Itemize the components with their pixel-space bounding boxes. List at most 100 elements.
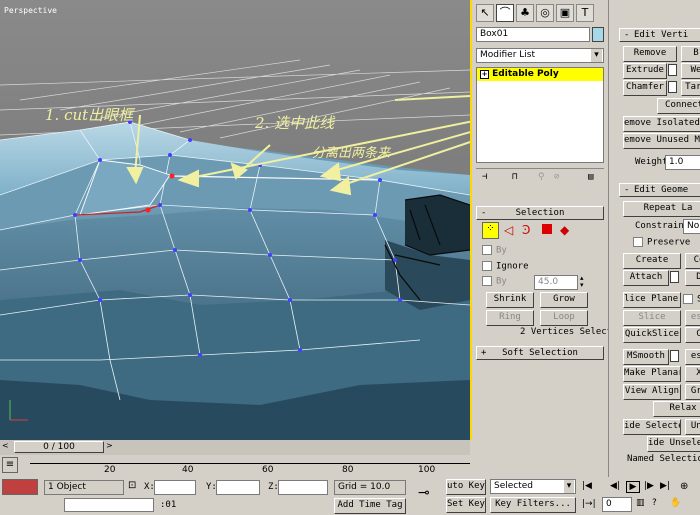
time-slider[interactable]: < 0 / 100 > — [0, 440, 470, 455]
object-name-field[interactable]: Box01 — [476, 27, 590, 42]
slice-plane-button[interactable]: lice Plane — [623, 292, 681, 308]
checkbox-box[interactable] — [683, 294, 693, 304]
extrude-settings-icon[interactable] — [668, 64, 677, 76]
break-button[interactable]: B — [681, 46, 700, 62]
time-config-icon[interactable]: ▥ — [636, 498, 645, 508]
key-icon[interactable]: ⊸ — [418, 485, 440, 501]
planar-x-button[interactable]: X — [685, 366, 700, 382]
by-vertex-checkbox[interactable]: By — [482, 245, 507, 256]
by-angle-checkbox[interactable]: By — [482, 276, 507, 287]
key-mode-dropdown[interactable]: Selected ▾ — [490, 479, 576, 494]
modifier-list-dropdown[interactable]: Modifier List ▾ — [476, 48, 604, 63]
element-level-icon[interactable]: ◆ — [560, 223, 569, 237]
zoom-icon[interactable]: ⊕ — [680, 481, 688, 492]
remove-modifier-icon[interactable]: ⊘ — [554, 172, 559, 182]
hierarchy-tab-icon[interactable]: ♣ — [516, 4, 534, 22]
remove-button[interactable]: Remove — [623, 46, 677, 62]
object-color-swatch[interactable] — [592, 27, 604, 42]
weld-button[interactable]: We — [681, 63, 700, 79]
unhide-all-button[interactable]: Unh — [685, 419, 700, 435]
detach-button[interactable]: D — [685, 270, 700, 286]
motion-tab-icon[interactable]: ◎ — [536, 4, 554, 22]
track-bar[interactable]: ≡ 20 40 60 80 100 — [0, 455, 470, 477]
target-weld-button[interactable]: Targ — [681, 80, 700, 96]
cut-button[interactable]: C — [685, 327, 700, 343]
go-to-end-icon[interactable]: ▶| — [660, 481, 670, 491]
x-coord-field[interactable] — [154, 480, 196, 495]
prev-frame-icon[interactable]: < — [2, 441, 10, 453]
perspective-viewport[interactable]: 1. cut出眼框 2. 选中此线 分离出两条来 Perspective — [0, 0, 472, 440]
viewport-label[interactable]: Perspective — [4, 6, 57, 15]
grow-button[interactable]: Grow — [540, 292, 588, 308]
next-key-icon[interactable]: |▶ — [644, 481, 654, 491]
polygon-level-icon[interactable] — [542, 224, 552, 234]
msmooth-button[interactable]: MSmooth — [623, 349, 669, 365]
make-planar-button[interactable]: Make Planar — [623, 366, 681, 382]
checkbox-box[interactable] — [482, 261, 492, 271]
maxscript-listener-icon[interactable] — [2, 479, 38, 495]
ring-button[interactable]: Ring — [486, 310, 534, 326]
modify-tab-icon[interactable]: ⌒ — [496, 4, 514, 22]
remove-unused-button[interactable]: emove Unused M — [623, 133, 700, 149]
make-unique-icon[interactable]: ⚲ — [538, 172, 545, 182]
grid-align-button[interactable]: Gri — [685, 384, 700, 400]
tessellate-button[interactable]: ess — [685, 349, 700, 365]
expand-icon[interactable]: + — [480, 70, 489, 79]
go-to-start-icon[interactable]: |◀ — [582, 481, 606, 493]
connect-button[interactable]: Connect — [657, 98, 700, 114]
add-time-tag-button[interactable]: Add Time Tag — [334, 498, 406, 514]
edge-level-icon[interactable]: ◁ — [504, 223, 513, 237]
track-view-icon[interactable]: ≡ — [2, 457, 18, 473]
pan-icon[interactable]: ✋ — [670, 498, 681, 508]
remove-isolated-button[interactable]: emove Isolated — [623, 116, 700, 132]
weight-field[interactable]: 1.0 — [665, 155, 700, 170]
loop-button[interactable]: Loop — [540, 310, 588, 326]
auto-key-button[interactable]: uto Key — [446, 479, 486, 495]
edit-vertices-header[interactable]: - Edit Verti — [619, 28, 700, 42]
help-icon[interactable]: ? — [652, 498, 657, 508]
utilities-tab-icon[interactable]: T — [576, 4, 594, 22]
checkbox-box[interactable] — [482, 245, 492, 255]
ignore-backfacing-checkbox[interactable]: Ignore — [482, 261, 529, 272]
constraints-dropdown[interactable]: None — [683, 219, 700, 234]
angle-spinner-icon[interactable]: ▴ ▾ — [580, 275, 588, 290]
hide-selected-button[interactable]: ide Selecte — [623, 419, 681, 435]
stack-item-editable-poly[interactable]: + Editable Poly — [477, 68, 603, 81]
vertex-level-icon[interactable]: ⁘ — [482, 222, 499, 239]
current-frame-field[interactable]: 0 — [602, 497, 632, 512]
repeat-last-button[interactable]: Repeat La — [623, 201, 700, 217]
time-slider-thumb[interactable]: 0 / 100 — [14, 441, 104, 453]
play-icon[interactable]: ▶ — [626, 481, 640, 493]
soft-selection-rollout-header[interactable]: + Soft Selection — [476, 346, 604, 360]
attach-list-icon[interactable] — [670, 271, 679, 283]
chamfer-settings-icon[interactable] — [668, 81, 677, 93]
preserve-uvs-checkbox[interactable]: Preserve — [633, 237, 690, 248]
chevron-down-icon[interactable]: ▾ — [564, 480, 574, 493]
chevron-down-icon[interactable]: ▾ — [591, 49, 602, 62]
next-frame-icon[interactable]: > — [106, 441, 114, 453]
selection-rollout-header[interactable]: - Selection — [476, 206, 604, 220]
quickslice-button[interactable]: QuickSlice — [623, 327, 681, 343]
extrude-button[interactable]: Extrude — [623, 63, 667, 79]
z-coord-field[interactable] — [278, 480, 328, 495]
slice-button[interactable]: Slice — [623, 310, 681, 326]
pin-stack-icon[interactable]: ⊣ — [482, 172, 487, 182]
split-checkbox[interactable]: S — [683, 294, 700, 305]
viewport-canvas[interactable]: 1. cut出眼框 2. 选中此线 分离出两条来 — [0, 0, 470, 440]
hide-unselected-button[interactable]: ide Unsele — [647, 436, 700, 452]
attach-button[interactable]: Attach — [623, 270, 669, 286]
checkbox-box[interactable] — [482, 276, 492, 286]
lock-selection-icon[interactable]: ⊡ — [128, 480, 140, 494]
view-align-button[interactable]: View Align — [623, 384, 681, 400]
show-end-result-icon[interactable]: ⊓ — [512, 172, 517, 182]
checkbox-box[interactable] — [633, 237, 643, 247]
prev-key-icon[interactable]: ◀| — [610, 481, 620, 491]
configure-sets-icon[interactable]: ▤ — [588, 172, 593, 182]
collapse-button[interactable]: Co — [685, 253, 700, 269]
create-button[interactable]: Create — [623, 253, 681, 269]
chamfer-button[interactable]: Chamfer — [623, 80, 667, 96]
msmooth-settings-icon[interactable] — [670, 350, 679, 362]
display-tab-icon[interactable]: ▣ — [556, 4, 574, 22]
angle-value-field[interactable]: 45.0 — [534, 275, 578, 290]
create-tab-icon[interactable]: ↖ — [476, 4, 494, 22]
